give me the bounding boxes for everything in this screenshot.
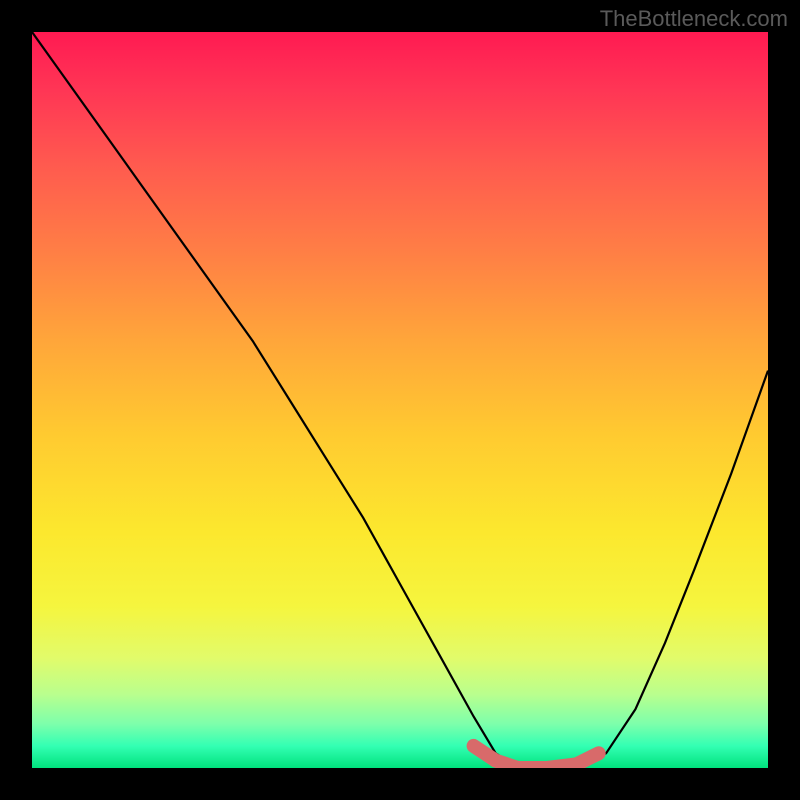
watermark-text: TheBottleneck.com [600,6,788,32]
plot-area [32,32,768,768]
bottleneck-curve [32,32,768,768]
chart-svg [32,32,768,768]
